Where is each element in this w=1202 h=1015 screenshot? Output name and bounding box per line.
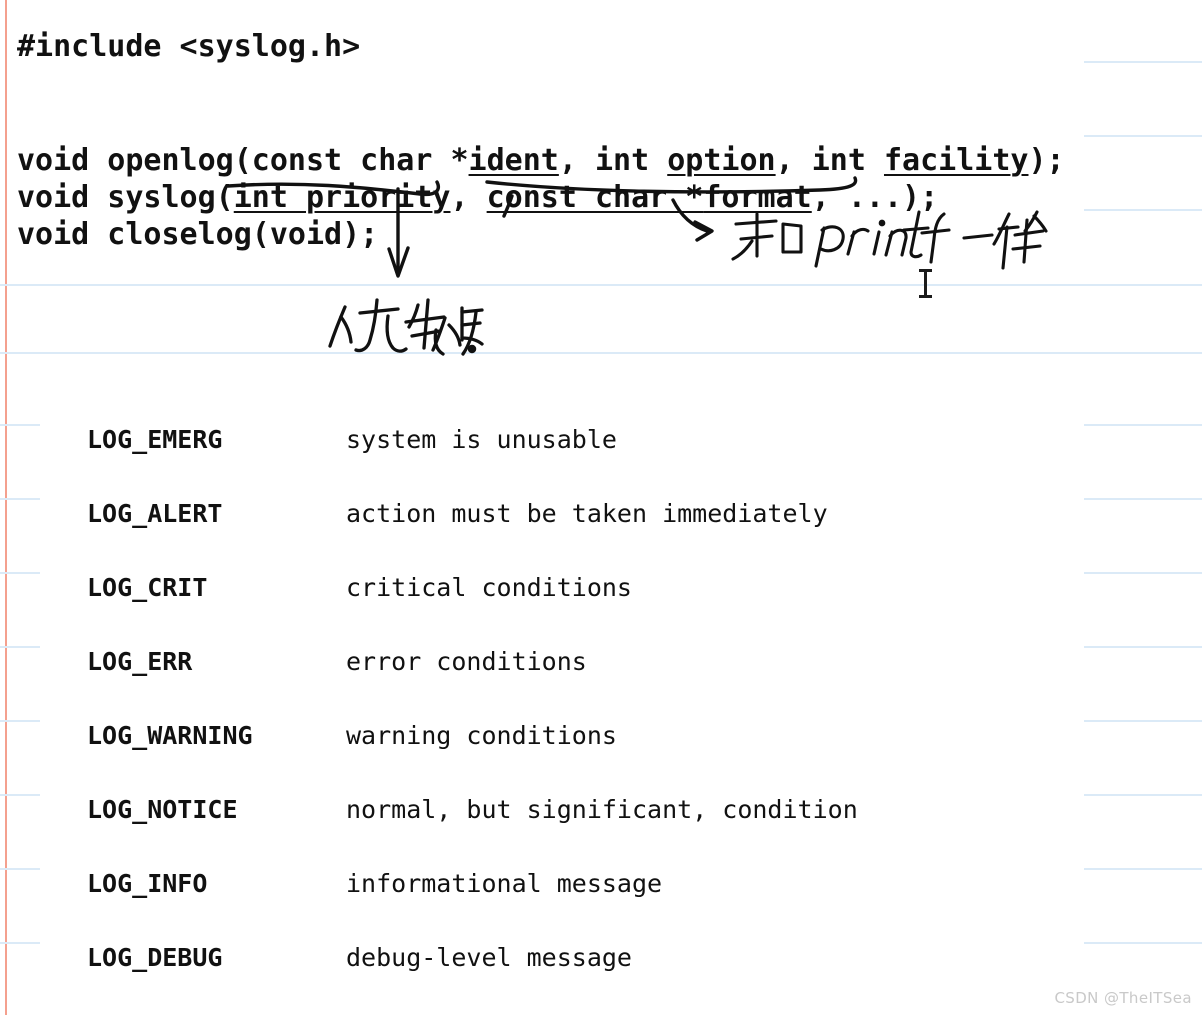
constant-description: informational message bbox=[346, 869, 663, 898]
code-prototypes-block: void openlog(const char *ident, int opti… bbox=[17, 105, 1065, 253]
constant-name: LOG_WARNING bbox=[87, 721, 253, 750]
param-ident: ident bbox=[468, 143, 559, 178]
table-row: LOG_NOTICE normal, but significant, cond… bbox=[0, 795, 1202, 835]
param-format-group: const char *format bbox=[486, 180, 812, 215]
note-page: #include <syslog.h> void openlog(const c… bbox=[0, 0, 1202, 1015]
paper-rule bbox=[1084, 61, 1202, 63]
table-row: LOG_WARNING warning conditions bbox=[0, 721, 1202, 761]
constant-description: debug-level message bbox=[346, 943, 632, 972]
table-row: LOG_DEBUG debug-level message bbox=[0, 943, 1202, 983]
paper-rule bbox=[0, 352, 1202, 354]
paper-rule bbox=[1084, 135, 1202, 137]
constant-name: LOG_CRIT bbox=[87, 573, 208, 602]
table-row: LOG_EMERG system is unusable bbox=[0, 425, 1202, 465]
code-include-line: #include <syslog.h> bbox=[17, 29, 361, 64]
table-row: LOG_ERR error conditions bbox=[0, 647, 1202, 687]
constant-name: LOG_EMERG bbox=[87, 425, 223, 454]
table-row: LOG_INFO informational message bbox=[0, 869, 1202, 909]
table-row: LOG_ALERT action must be taken immediate… bbox=[0, 499, 1202, 539]
text-ibeam-cursor bbox=[919, 269, 932, 298]
param-option: option bbox=[667, 143, 776, 178]
table-row: LOG_CRIT critical conditions bbox=[0, 573, 1202, 613]
code-proto-line-syslog: void syslog(int priority, const char *fo… bbox=[17, 180, 939, 215]
constant-description: action must be taken immediately bbox=[346, 499, 828, 528]
constant-name: LOG_ERR bbox=[87, 647, 193, 676]
param-facility: facility bbox=[883, 143, 1029, 178]
constant-description: system is unusable bbox=[346, 425, 617, 454]
constant-description: normal, but significant, condition bbox=[346, 795, 858, 824]
paper-rule bbox=[1084, 209, 1202, 211]
code-proto-line-openlog: void openlog(const char *ident, int opti… bbox=[17, 143, 1065, 178]
constant-name: LOG_ALERT bbox=[87, 499, 223, 528]
paper-rule bbox=[0, 284, 1202, 286]
constant-description: critical conditions bbox=[346, 573, 632, 602]
param-priority: int priority bbox=[233, 180, 451, 215]
constant-description: warning conditions bbox=[346, 721, 617, 750]
constant-description: error conditions bbox=[346, 647, 587, 676]
constant-name: LOG_NOTICE bbox=[87, 795, 238, 824]
constant-name: LOG_INFO bbox=[87, 869, 208, 898]
ink-text-priority-note bbox=[328, 298, 484, 356]
code-proto-line-closelog: void closelog(void); bbox=[17, 217, 379, 252]
watermark: CSDN @TheITSea bbox=[1054, 989, 1192, 1007]
constant-name: LOG_DEBUG bbox=[87, 943, 223, 972]
